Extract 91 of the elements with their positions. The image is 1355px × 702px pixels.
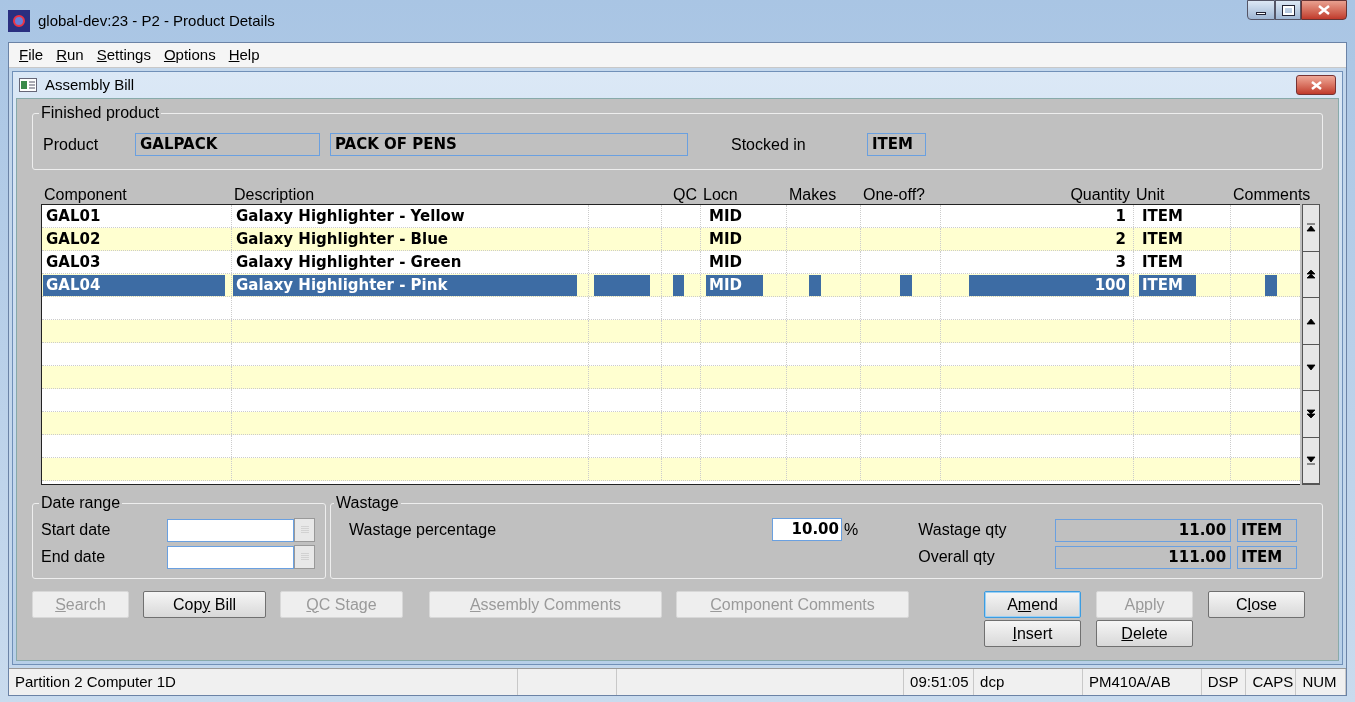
action-button[interactable]: Close xyxy=(1208,591,1305,618)
table-cell-text: GAL01 xyxy=(45,205,102,227)
status-text: Partition 2 Computer 1D xyxy=(15,671,176,692)
table-cell-text: Galaxy Highlighter - Yellow xyxy=(235,205,466,227)
action-button[interactable]: Delete xyxy=(1096,620,1193,647)
table-cell: MID xyxy=(706,274,763,296)
column-header: Component xyxy=(44,186,127,203)
overall-qty-field: 111.00 xyxy=(1055,545,1232,569)
app-icon xyxy=(8,10,30,32)
percent-sign: % xyxy=(844,520,859,540)
table-cell-text: Galaxy Highlighter - Green xyxy=(235,251,463,273)
scroll-button[interactable] xyxy=(1303,391,1319,438)
column-header: One-off? xyxy=(863,186,925,203)
table-cell: 100 xyxy=(969,274,1129,296)
product-name-field[interactable]: PACK OF PENS xyxy=(330,133,688,156)
scroll-button[interactable] xyxy=(1303,298,1319,345)
close-icon xyxy=(1310,80,1322,90)
wastage-percentage-field[interactable]: 10.00 xyxy=(772,518,842,541)
status-text: DSP xyxy=(1207,671,1239,692)
table-row[interactable]: GAL02 Galaxy Highlighter - Blue MID 2 ITEM xyxy=(42,228,1300,251)
table-cell-text: ITEM xyxy=(1141,205,1184,227)
unit-field[interactable]: ITEM xyxy=(867,133,926,156)
scroll-button[interactable] xyxy=(1303,251,1319,298)
column-header: Description xyxy=(234,186,315,203)
menu-item[interactable]: Settings xyxy=(96,43,151,67)
table-row[interactable]: GAL01 Galaxy Highlighter - Yellow MID 1 ITEM xyxy=(42,205,1300,228)
menu-item[interactable]: Help xyxy=(228,43,260,67)
status-text: dcp xyxy=(980,671,1005,692)
field-label: End date xyxy=(41,547,107,567)
product-code-field[interactable]: GALPACK xyxy=(135,133,320,156)
column-header: Makes xyxy=(789,186,837,203)
table-cell-text: ITEM xyxy=(1141,251,1184,273)
status-text: CAPS xyxy=(1252,671,1294,692)
table-cell-text: 2 xyxy=(1114,228,1127,250)
field-label: Overall qty xyxy=(918,547,996,567)
window-title: global-dev:23 - P2 - Product Details xyxy=(38,10,275,31)
table-cell: ITEM xyxy=(1139,274,1196,296)
group-title: Date range xyxy=(39,493,123,513)
status-text: NUM xyxy=(1302,671,1337,692)
table-cell-text: 1 xyxy=(1114,205,1127,227)
column-header: Locn xyxy=(703,186,738,203)
close-icon xyxy=(1318,5,1330,15)
group-title: Finished product xyxy=(39,103,162,123)
maximize-button[interactable] xyxy=(1275,0,1301,20)
scroll-top-icon xyxy=(1305,221,1317,234)
close-button[interactable] xyxy=(1301,0,1347,20)
scroll-bottom-icon xyxy=(1305,454,1317,467)
column-header: Comments xyxy=(1233,186,1311,203)
form-title: Assembly Bill xyxy=(45,74,135,95)
column-header: Quantity xyxy=(1070,186,1130,203)
minimize-button[interactable] xyxy=(1247,0,1275,20)
action-button[interactable]: Insert xyxy=(984,620,1081,647)
table-cell-text: GAL02 xyxy=(45,228,102,250)
unit-field: ITEM xyxy=(1237,518,1298,542)
table-cell-text: 3 xyxy=(1114,251,1127,273)
column-header: Unit xyxy=(1136,186,1165,203)
menu-item[interactable]: Run xyxy=(56,43,84,67)
table-cell-text: GAL03 xyxy=(45,251,102,273)
unit-field: ITEM xyxy=(1237,545,1298,569)
start-date-field[interactable] xyxy=(167,518,294,542)
wastage-qty-field: 11.00 xyxy=(1055,518,1232,542)
table-cell: GAL04 xyxy=(43,274,225,296)
menu-item[interactable]: File xyxy=(19,43,44,67)
table-row[interactable]: GAL03 Galaxy Highlighter - Green MID 3 ITEM xyxy=(42,251,1300,274)
field-label: Start date xyxy=(41,520,112,540)
scroll-button[interactable] xyxy=(1303,344,1319,391)
scroll-button[interactable] xyxy=(1303,437,1319,484)
table-cell-text: MID xyxy=(708,205,743,227)
page-up-icon xyxy=(1305,268,1317,281)
field-label: Stocked in xyxy=(731,134,807,155)
status-text: 09:51:05 xyxy=(910,671,969,692)
column-header: QC xyxy=(673,186,697,203)
table-cell-text: ITEM xyxy=(1141,228,1184,250)
table-cell-text: MID xyxy=(708,251,743,273)
end-date-field[interactable] xyxy=(167,545,294,569)
status-text: PM410A/AB xyxy=(1089,671,1171,692)
table-cell-text: MID xyxy=(708,228,743,250)
action-button[interactable]: Copy Bill xyxy=(143,591,266,618)
table-cell: Galaxy Highlighter - Pink xyxy=(233,274,577,296)
field-label: Wastage qty xyxy=(918,520,1008,540)
field-label: Product xyxy=(43,134,100,155)
field-label: Wastage percentage xyxy=(349,520,498,540)
group-title: Wastage xyxy=(334,493,401,513)
form-icon xyxy=(19,78,37,92)
table-cell-text: Galaxy Highlighter - Blue xyxy=(235,228,450,250)
close-button[interactable] xyxy=(1296,75,1336,95)
scroll-button[interactable] xyxy=(1303,205,1319,252)
page-down-icon xyxy=(1305,407,1317,420)
table-row[interactable]: GAL04 Galaxy Highlighter - Pink MID 100 ITEM xyxy=(42,274,1300,297)
menu-item[interactable]: Options xyxy=(163,43,216,67)
action-button[interactable]: Amend xyxy=(984,591,1081,618)
